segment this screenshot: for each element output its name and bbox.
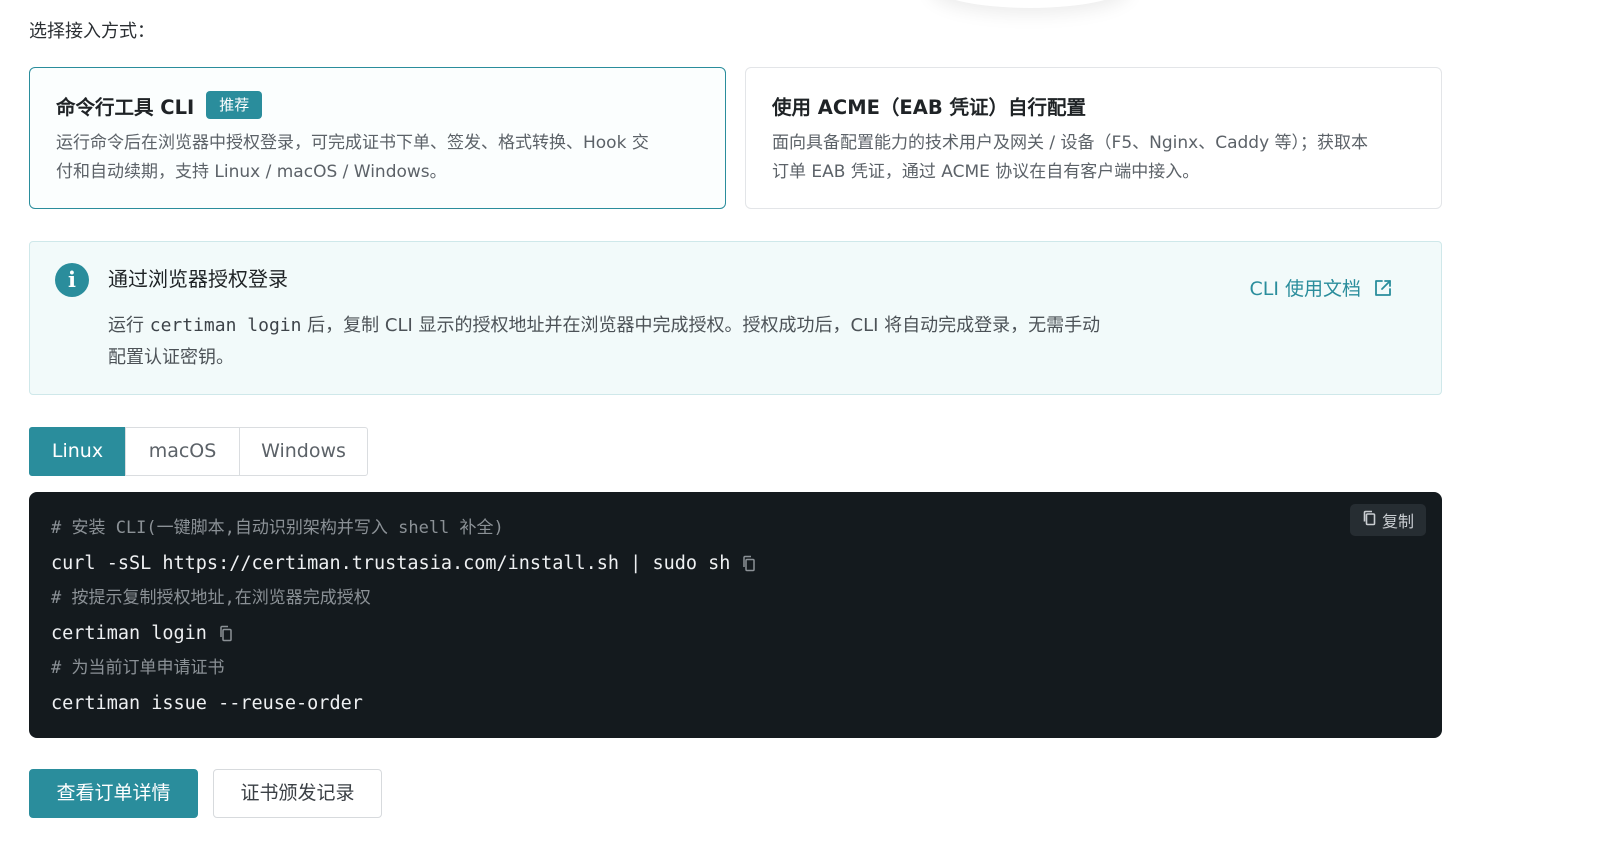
inline-code: certiman login [149,315,302,336]
code-text: # 安装 CLI(一键脚本,自动识别架构并写入 shell 补全) [51,518,504,538]
code-text: certiman issue --reuse-order [51,693,363,714]
code-text: # 为当前订单申请证书 [51,658,225,678]
recommended-badge: 推荐 [206,91,263,119]
code-command: certiman login [51,616,1420,651]
card-title-row: 使用 ACME（EAB 凭证）自行配置 [772,90,1415,120]
card-title-row: 命令行工具 CLI 推荐 [56,90,699,120]
card-description-line: 面向具备配置能力的技术用户及网关 / 设备（F5、Nginx、Caddy 等）；… [772,133,1369,153]
code-command: curl -sSL https://certiman.trustasia.com… [51,546,1420,581]
copy-line-icon[interactable] [742,555,756,572]
floating-panel-shadow [930,0,1130,8]
info-body-text: 配置认证密钥。 [108,347,234,368]
method-card-acme[interactable]: 使用 ACME（EAB 凭证）自行配置 面向具备配置能力的技术用户及网关 / 设… [745,67,1442,209]
card-description-line: 订单 EAB 凭证，通过 ACME 协议在自有客户端中接入。 [772,162,1200,182]
card-title: 使用 ACME（EAB 凭证）自行配置 [772,95,1086,119]
tab-linux[interactable]: Linux [29,427,126,476]
card-title: 命令行工具 CLI [56,95,195,119]
card-description: 运行命令后在浏览器中授权登录，可完成证书下单、签发、格式转换、Hook 交 付和… [56,129,699,187]
copy-label: 复制 [1381,512,1414,531]
code-text: # 按提示复制授权地址,在浏览器完成授权 [51,588,371,608]
info-title: 通过浏览器授权登录 [108,267,288,291]
code-comment: # 按提示复制授权地址,在浏览器完成授权 [51,581,1420,616]
copy-icon [1362,510,1377,530]
info-body-text: 运行 [108,315,150,336]
card-description: 面向具备配置能力的技术用户及网关 / 设备（F5、Nginx、Caddy 等）；… [772,129,1415,187]
copy-all-button[interactable]: 复制 [1349,504,1426,536]
code-comment: # 安装 CLI(一键脚本,自动识别架构并写入 shell 补全) [51,511,1420,546]
copy-line-icon[interactable] [219,625,233,642]
tab-macos[interactable]: macOS [124,427,241,476]
code-comment: # 为当前订单申请证书 [51,651,1420,686]
tab-windows[interactable]: Windows [239,427,368,476]
code-text: certiman login [51,623,207,644]
cli-docs-link-label: CLI 使用文档 [1249,278,1362,300]
view-order-details-button[interactable]: 查看订单详情 [29,769,198,818]
external-link-icon [1373,278,1393,298]
code-block: 复制 # 安装 CLI(一键脚本,自动识别架构并写入 shell 补全) cur… [29,492,1442,738]
info-body-text: 后，复制 CLI 显示的授权地址并在浏览器中完成授权。授权成功后，CLI 将自动… [301,315,1101,336]
code-command: certiman issue --reuse-order [51,686,1420,721]
cli-docs-link[interactable]: CLI 使用文档 [1250,274,1394,301]
section-label: 选择接入方式： [29,21,155,42]
method-card-cli[interactable]: 命令行工具 CLI 推荐 运行命令后在浏览器中授权登录，可完成证书下单、签发、格… [29,67,726,209]
info-icon: i [55,263,89,297]
os-tabs: Linux macOS Windows [29,427,368,476]
issuance-records-button[interactable]: 证书颁发记录 [213,769,382,818]
card-description-line: 付和自动续期，支持 Linux / macOS / Windows。 [56,162,447,182]
code-text: curl -sSL https://certiman.trustasia.com… [51,553,731,574]
info-body: 运行 certiman login 后，复制 CLI 显示的授权地址并在浏览器中… [108,310,1218,374]
info-panel: i 通过浏览器授权登录 运行 certiman login 后，复制 CLI 显… [29,241,1442,395]
card-description-line: 运行命令后在浏览器中授权登录，可完成证书下单、签发、格式转换、Hook 交 [56,133,649,153]
